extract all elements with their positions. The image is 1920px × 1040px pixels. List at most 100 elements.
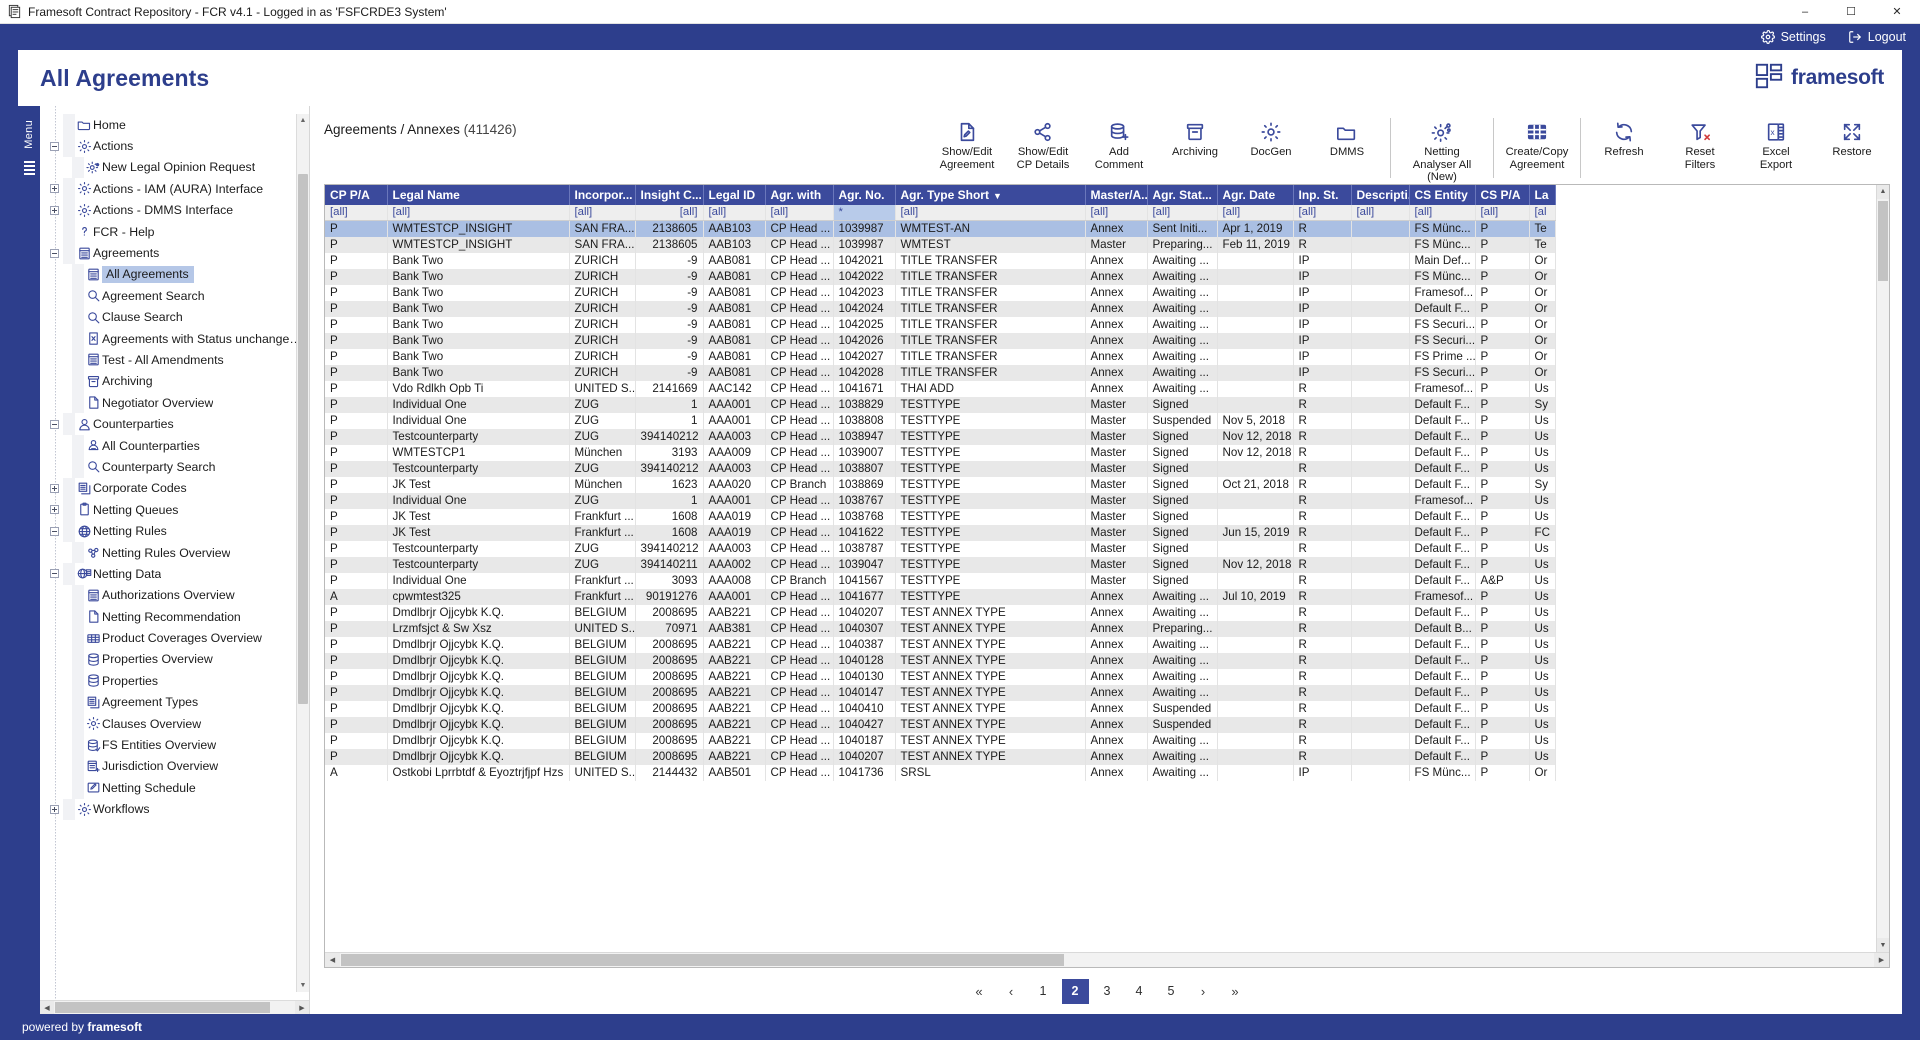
tree-collapse-toggle[interactable] [50, 569, 59, 579]
pagination-page-1[interactable]: 1 [1029, 978, 1057, 1004]
grid-scroll-right[interactable]: ▶ [1874, 953, 1889, 967]
logout-button[interactable]: Logout [1848, 30, 1906, 44]
sidebar-item-test-all-amendments[interactable]: Test - All Amendments [40, 349, 309, 371]
toolbar-button-reset-filters[interactable]: Reset Filters [1662, 116, 1738, 171]
sidebar-item-counterparties[interactable]: Counterparties [40, 413, 309, 435]
table-row[interactable]: P Dmdlbrjr Ojjcybk K.Q. BELGIUM 2008695 AAB2… [325, 716, 1556, 733]
table-row[interactable]: P Dmdlbrjr Ojjcybk K.Q. BELGIUM 2008695 AAB2… [325, 604, 1556, 621]
column-header-la[interactable]: La [1529, 184, 1556, 205]
toolbar-button-excel-export[interactable]: x Excel Export [1738, 116, 1814, 171]
filter-cell-agr_no[interactable]: * [833, 204, 896, 221]
sidebar-item-agreements[interactable]: Agreements [40, 242, 309, 264]
filter-cell-incorp[interactable]: [all] [569, 204, 636, 221]
sidebar-item-netting-queues[interactable]: Netting Queues [40, 499, 309, 521]
menu-rail[interactable]: Menu [18, 106, 40, 1014]
sidebar-item-counterparty-search[interactable]: Counterparty Search [40, 456, 309, 478]
sidebar-item-properties-overview[interactable]: Properties Overview [40, 648, 309, 671]
sidebar-item-clause-search[interactable]: Clause Search [40, 306, 309, 328]
sidebar-item-fcr-help[interactable]: FCR - Help [40, 220, 309, 243]
table-row[interactable]: P Testcounterparty ZUG 394140212 AAA003 CP He… [325, 540, 1556, 557]
sidebar-item-authorizations-overview[interactable]: Authorizations Overview [40, 584, 309, 606]
pagination-page-3[interactable]: 3 [1093, 978, 1121, 1004]
tree-expand-toggle[interactable] [50, 205, 59, 215]
table-row[interactable]: P WMTESTCP1 München 3193 AAA009 CP Head ... 10… [325, 444, 1556, 461]
table-row[interactable]: P Bank Two ZURICH -9 AAB081 CP Head ... 104202… [325, 268, 1556, 285]
close-button[interactable]: ✕ [1874, 0, 1920, 24]
table-row[interactable]: P JK Test München 1623 AAA020 CP Branch 103886… [325, 476, 1556, 493]
table-row[interactable]: P Vdo Rdlkh Opb Ti UNITED S... 2141669 AAC14… [325, 380, 1556, 397]
table-row[interactable]: P Bank Two ZURICH -9 AAB081 CP Head ... 104202… [325, 284, 1556, 301]
pagination-page-2[interactable]: 2 [1061, 978, 1089, 1004]
sidebar-item-workflows[interactable]: Workflows [40, 798, 309, 820]
filter-cell-legal_id[interactable]: [all] [703, 204, 766, 221]
tree-collapse-toggle[interactable] [50, 526, 59, 536]
filter-cell-insight_c[interactable]: [all] [635, 204, 704, 221]
sidebar-item-corporate-codes[interactable]: Corporate Codes [40, 477, 309, 500]
pagination-page-4[interactable]: 4 [1125, 978, 1153, 1004]
grid-horizontal-scrollbar[interactable]: ◀ ▶ [325, 952, 1889, 967]
table-row[interactable]: P Testcounterparty ZUG 394140212 AAA003 CP He… [325, 460, 1556, 477]
sidebar-h-track[interactable] [54, 1001, 295, 1014]
sidebar-item-jurisdiction-overview[interactable]: Jurisdiction Overview [40, 755, 309, 778]
sidebar-item-netting-data[interactable]: Netting Data [40, 563, 309, 585]
column-header-cp_pa[interactable]: CP P/A [325, 184, 388, 205]
table-row[interactable]: Acpwmtest325 Frankfurt ... 90191276 AAA001 C… [325, 588, 1556, 605]
toolbar-button-archiving[interactable]: Archiving [1157, 116, 1233, 159]
tree-expand-toggle[interactable] [50, 505, 59, 515]
sidebar-item-netting-recommendation[interactable]: Netting Recommendation [40, 605, 309, 628]
tree-expand-toggle[interactable] [50, 804, 59, 814]
table-row[interactable]: P JK Test Frankfurt ... 1608 AAA019 CP Head .… [325, 524, 1556, 541]
filter-cell-agr_stat[interactable]: [all] [1147, 204, 1218, 221]
scroll-left-arrow[interactable]: ◀ [40, 1001, 54, 1014]
table-row[interactable]: P Bank Two ZURICH -9 AAB081 CP Head ... 104202… [325, 348, 1556, 365]
sidebar-item-all-agreements[interactable]: All Agreements [40, 263, 309, 286]
column-header-cs_pa[interactable]: CS P/A [1475, 184, 1530, 205]
grid-h-thumb[interactable] [341, 954, 1064, 966]
sidebar-item-actions-iam-aura-interface[interactable]: Actions - IAM (AURA) Interface [40, 178, 309, 200]
sidebar-vertical-scrollbar[interactable]: ▲ ▼ [296, 114, 309, 992]
filter-cell-cp_pa[interactable]: [all] [325, 204, 388, 221]
sidebar-item-negotiator-overview[interactable]: Negotiator Overview [40, 392, 309, 414]
scroll-down-arrow[interactable]: ▼ [297, 979, 309, 992]
table-row[interactable]: P Individual One ZUG 1 AAA001 CP Head ... 1038… [325, 412, 1556, 429]
column-header-incorp[interactable]: Incorpor... [569, 184, 636, 205]
sidebar-h-thumb[interactable] [55, 1002, 270, 1013]
column-header-insight_c[interactable]: Insight C... [635, 184, 704, 205]
grid-scroll-down[interactable]: ▼ [1877, 938, 1889, 952]
sidebar-item-home[interactable]: Home [40, 114, 309, 136]
grid-scroll-up[interactable]: ▲ [1877, 184, 1889, 199]
sidebar-item-netting-rules-overview[interactable]: Netting Rules Overview [40, 541, 309, 564]
table-row[interactable]: P Dmdlbrjr Ojjcybk K.Q. BELGIUM 2008695 AAB2… [325, 732, 1556, 749]
column-header-agr_stat[interactable]: Agr. Stat... [1147, 184, 1218, 205]
column-header-cs_entity[interactable]: CS Entity [1409, 184, 1476, 205]
filter-cell-agr_with[interactable]: [all] [765, 204, 834, 221]
sidebar-item-agreement-search[interactable]: Agreement Search [40, 285, 309, 307]
tree-collapse-toggle[interactable] [50, 141, 59, 151]
toolbar-button-add-comment[interactable]: Add Comment [1081, 116, 1157, 171]
minimize-button[interactable]: – [1782, 0, 1828, 24]
column-header-agr_date[interactable]: Agr. Date [1217, 184, 1294, 205]
sidebar-item-properties[interactable]: Properties [40, 670, 309, 692]
sidebar-item-clauses-overview[interactable]: Clauses Overview [40, 712, 309, 735]
table-row[interactable]: P Lrzmfsjct & Sw Xsz UNITED S... 70971 AAB38… [325, 620, 1556, 637]
table-row[interactable]: A Ostkobi Lprrbtdf & Eyoztrjfjpf Hzs UNITE… [325, 764, 1556, 781]
grid-v-thumb[interactable] [1878, 200, 1888, 281]
filter-cell-inp_st[interactable]: [all] [1293, 204, 1352, 221]
table-row[interactable]: P Individual One ZUG 1 AAA001 CP Head ... 1038… [325, 396, 1556, 413]
table-row[interactable]: P WMTESTCP_INSIGHT SAN FRA... 2138605 AAB103… [325, 220, 1556, 237]
table-row[interactable]: P JK Test Frankfurt ... 1608 AAA019 CP Head .… [325, 508, 1556, 525]
column-header-agr_no[interactable]: Agr. No. [833, 184, 896, 205]
filter-cell-descripti[interactable]: [all] [1351, 204, 1410, 221]
column-header-inp_st[interactable]: Inp. St. [1293, 184, 1352, 205]
table-row[interactable]: P Individual One ZUG 1 AAA001 CP Head ... 1038… [325, 492, 1556, 509]
column-header-descripti[interactable]: Descripti... [1351, 184, 1410, 205]
column-header-legal_id[interactable]: Legal ID [703, 184, 766, 205]
toolbar-button-create-copy-agreement[interactable]: Create/Copy Agreement [1499, 116, 1575, 171]
table-row[interactable]: P Bank Two ZURICH -9 AAB081 CP Head ... 104202… [325, 364, 1556, 381]
toolbar-button-refresh[interactable]: Refresh [1586, 116, 1662, 159]
table-row[interactable]: P Dmdlbrjr Ojjcybk K.Q. BELGIUM 2008695 AAB2… [325, 652, 1556, 669]
pagination-page-5[interactable]: 5 [1157, 978, 1185, 1004]
table-row[interactable]: P Dmdlbrjr Ojjcybk K.Q. BELGIUM 2008695 AAB2… [325, 636, 1556, 653]
pagination-last[interactable]: » [1221, 978, 1249, 1004]
filter-cell-master_a[interactable]: [all] [1085, 204, 1148, 221]
